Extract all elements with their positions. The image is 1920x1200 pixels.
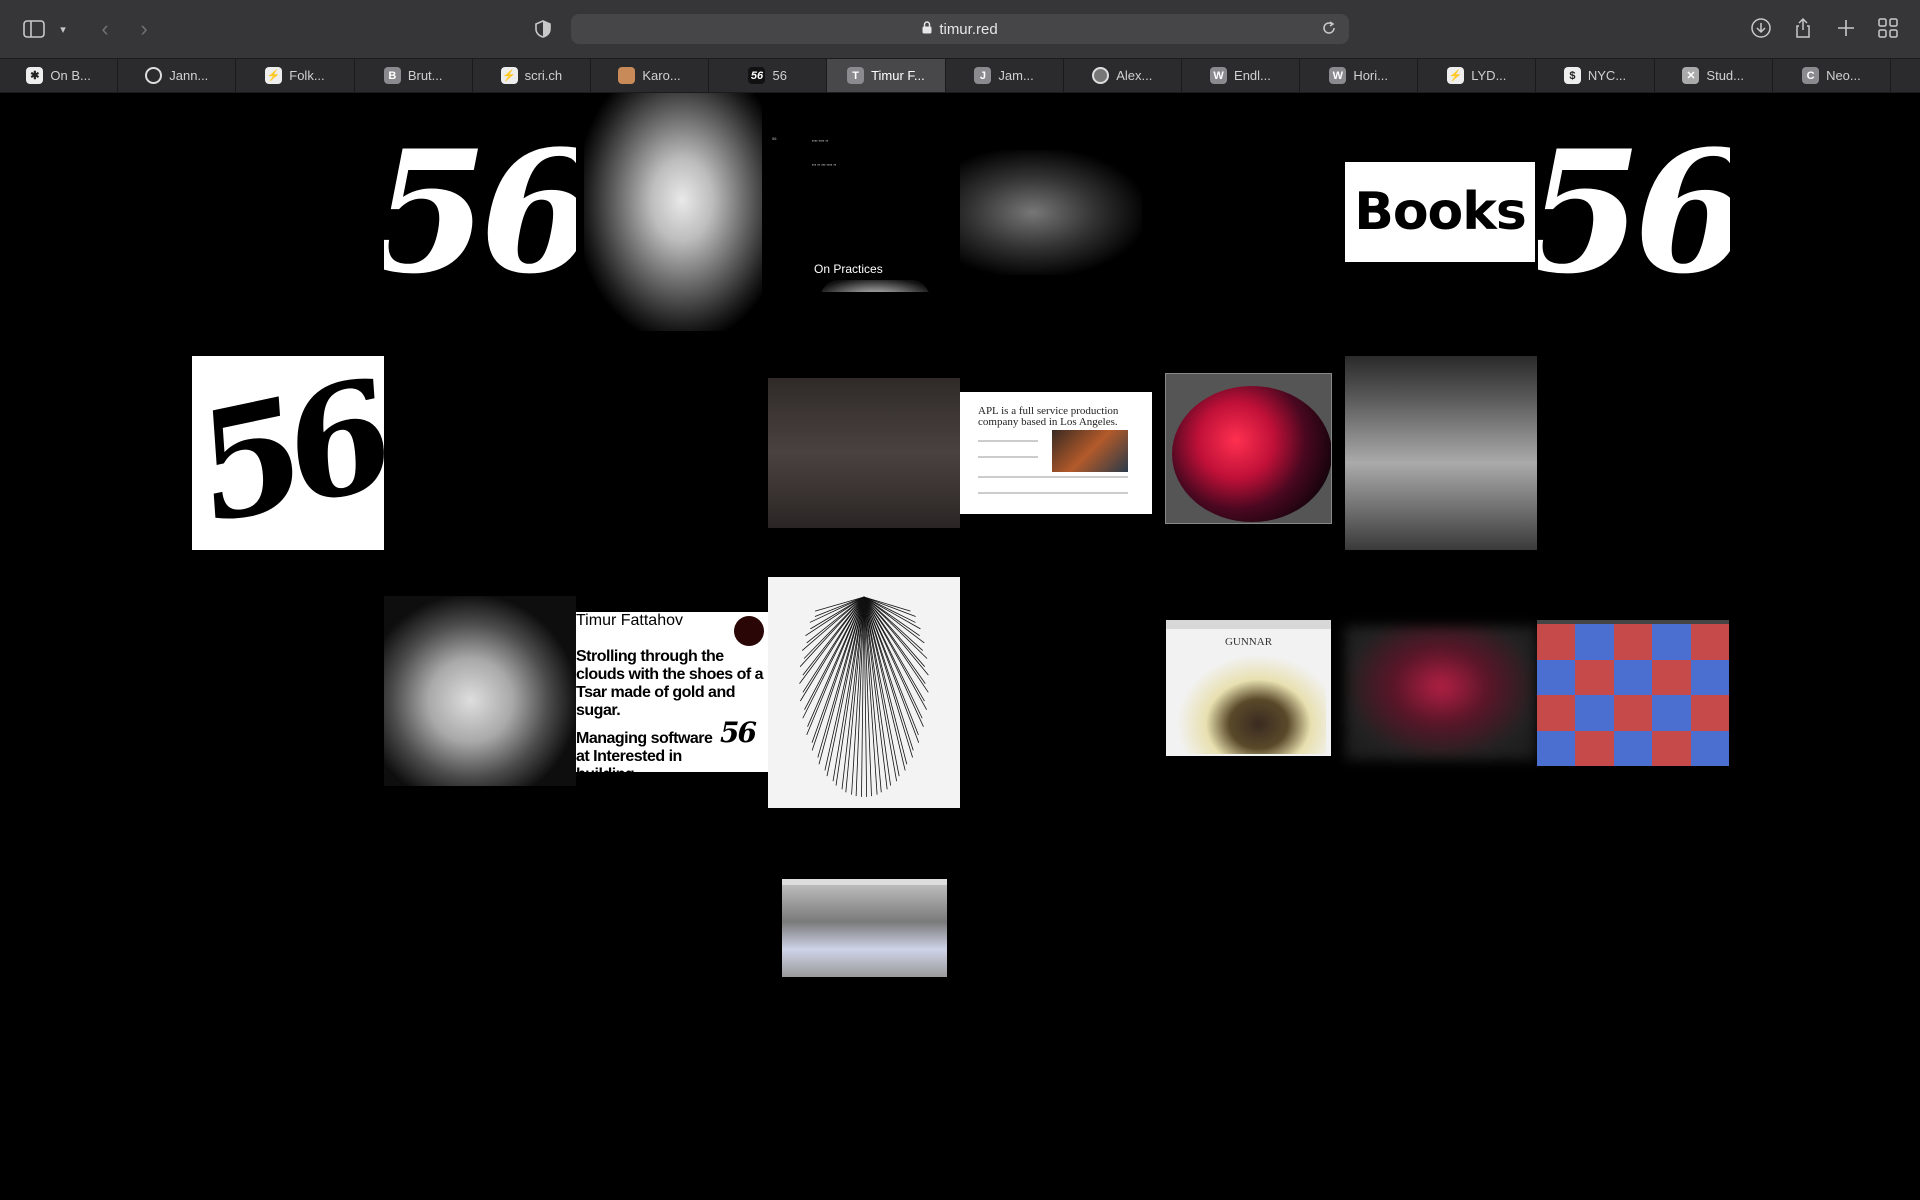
tab-alex[interactable]: Alex...	[1064, 59, 1182, 92]
red-blue-checker-grid[interactable]	[1537, 620, 1729, 766]
tab-scri-ch[interactable]: ⚡ scri.ch	[473, 59, 591, 92]
privacy-shield-icon[interactable]	[533, 16, 553, 42]
image-icon	[618, 67, 636, 84]
library-sketch-image[interactable]	[960, 150, 1142, 275]
tab-stud[interactable]: ✕ Stud...	[1655, 59, 1773, 92]
share-icon[interactable]	[1792, 17, 1816, 41]
tab-56[interactable]: 56 56	[709, 59, 828, 92]
tab-hori[interactable]: W Hori...	[1300, 59, 1419, 92]
chevron-down-icon[interactable]: ▾	[56, 16, 70, 42]
tab-endl[interactable]: W Endl...	[1182, 59, 1301, 92]
on-practices-title: On Practices	[814, 262, 883, 276]
tab-lyd[interactable]: ⚡ LYD...	[1418, 59, 1537, 92]
letter-j-icon: J	[974, 67, 992, 84]
tab-folk[interactable]: ⚡ Folk...	[236, 59, 355, 92]
wireframe-figure-image[interactable]	[768, 378, 960, 528]
dollar-icon: $	[1563, 67, 1581, 84]
apl-hero-image	[1052, 430, 1128, 472]
url-text: timur.red	[939, 20, 998, 38]
tab-karo[interactable]: Karo...	[591, 59, 710, 92]
letter-b-icon: B	[383, 67, 401, 84]
books-wordmark[interactable]: Books	[1345, 162, 1535, 262]
tsar-bio: Managing software at Interested in build…	[576, 730, 713, 772]
gunnar-website-thumbnail[interactable]: GUNNAR	[1166, 620, 1331, 756]
circle-icon	[145, 67, 163, 84]
red-oval-window-image[interactable]	[1165, 373, 1332, 524]
sculpture-bust-image[interactable]	[584, 93, 762, 331]
gunnar-title: GUNNAR	[1224, 636, 1273, 648]
letter-t-icon: T	[847, 67, 865, 84]
reload-icon[interactable]	[1321, 20, 1339, 38]
lock-icon	[922, 20, 932, 38]
tsar-tagline: Strolling through the clouds with the sh…	[576, 648, 764, 719]
tab-neo[interactable]: C Neo...	[1773, 59, 1891, 92]
bolt-icon: ⚡	[500, 67, 518, 84]
browser-toolbar: ▾ ‹ › timur.red	[0, 0, 1920, 58]
big-56-logo-left[interactable]: 56	[384, 132, 576, 292]
tab-on-b[interactable]: ✱ On B...	[0, 59, 119, 92]
new-tab-icon[interactable]	[1835, 17, 1859, 41]
on-practices-thumbnail[interactable]: 56 ▪▪▪▪ ▪▪▪▪ ▪▪ ▪▪▪ ▪▪ ▪▪▪ ▪▪▪▪ ▪▪ On Pr…	[772, 122, 954, 292]
letter-w-icon: W	[1329, 67, 1347, 84]
asterisk-icon: ✱	[26, 67, 44, 84]
tab-jann[interactable]: Jann...	[118, 59, 237, 92]
apl-heading: APL is a full service production company…	[978, 405, 1119, 428]
forward-arrow-icon[interactable]: ›	[134, 16, 154, 42]
letter-c-icon: C	[1802, 67, 1820, 84]
bolt-icon: ⚡	[265, 67, 283, 84]
tab-nyc[interactable]: $ NYC...	[1536, 59, 1655, 92]
blurred-red-image[interactable]	[1345, 626, 1537, 760]
address-bar[interactable]: timur.red	[571, 14, 1349, 44]
tab-timur-f[interactable]: T Timur F...	[827, 59, 946, 92]
tab-bar: ✱ On B... Jann... ⚡ Folk... B Brut... ⚡ scri…	[0, 58, 1920, 93]
big-56-logo-right[interactable]: 56	[1538, 132, 1730, 292]
x-icon: ✕	[1682, 67, 1700, 84]
flower-portrait-image	[1176, 654, 1326, 754]
window-titlebar	[1166, 620, 1331, 629]
person-in-suit-image[interactable]: ●●●	[782, 879, 947, 977]
radial-lines-svg	[799, 596, 929, 797]
back-arrow-icon[interactable]: ‹	[95, 16, 115, 42]
letter-w-icon: W	[1210, 67, 1228, 84]
bolt-icon: ⚡	[1447, 67, 1465, 84]
radial-lines-artwork[interactable]	[768, 577, 960, 808]
sculpted-heads-image[interactable]	[384, 596, 576, 786]
sidebar-toggle-icon[interactable]	[22, 16, 46, 42]
globe-icon	[1092, 67, 1110, 84]
grey-landscape-render[interactable]	[1345, 356, 1537, 550]
dark-red-dot	[734, 616, 764, 646]
tab-jam[interactable]: J Jam...	[946, 59, 1064, 92]
fifty-six-icon: 56	[748, 67, 766, 84]
tsar-text-card[interactable]: Timur Fattahov Strolling through the clo…	[576, 612, 768, 772]
apl-website-thumbnail[interactable]: APL is a full service production company…	[960, 392, 1152, 514]
author-name: Timur Fattahov	[576, 612, 683, 629]
window-controls-icon: ●●●	[785, 880, 799, 886]
tab-overview-icon[interactable]	[1877, 17, 1901, 41]
tab-brut[interactable]: B Brut...	[355, 59, 473, 92]
inline-56-mark: 56	[720, 716, 757, 749]
downloads-icon[interactable]	[1750, 17, 1774, 41]
chrome-lettering-art	[820, 280, 930, 292]
blackletter-56-logo[interactable]: 56	[192, 356, 384, 550]
